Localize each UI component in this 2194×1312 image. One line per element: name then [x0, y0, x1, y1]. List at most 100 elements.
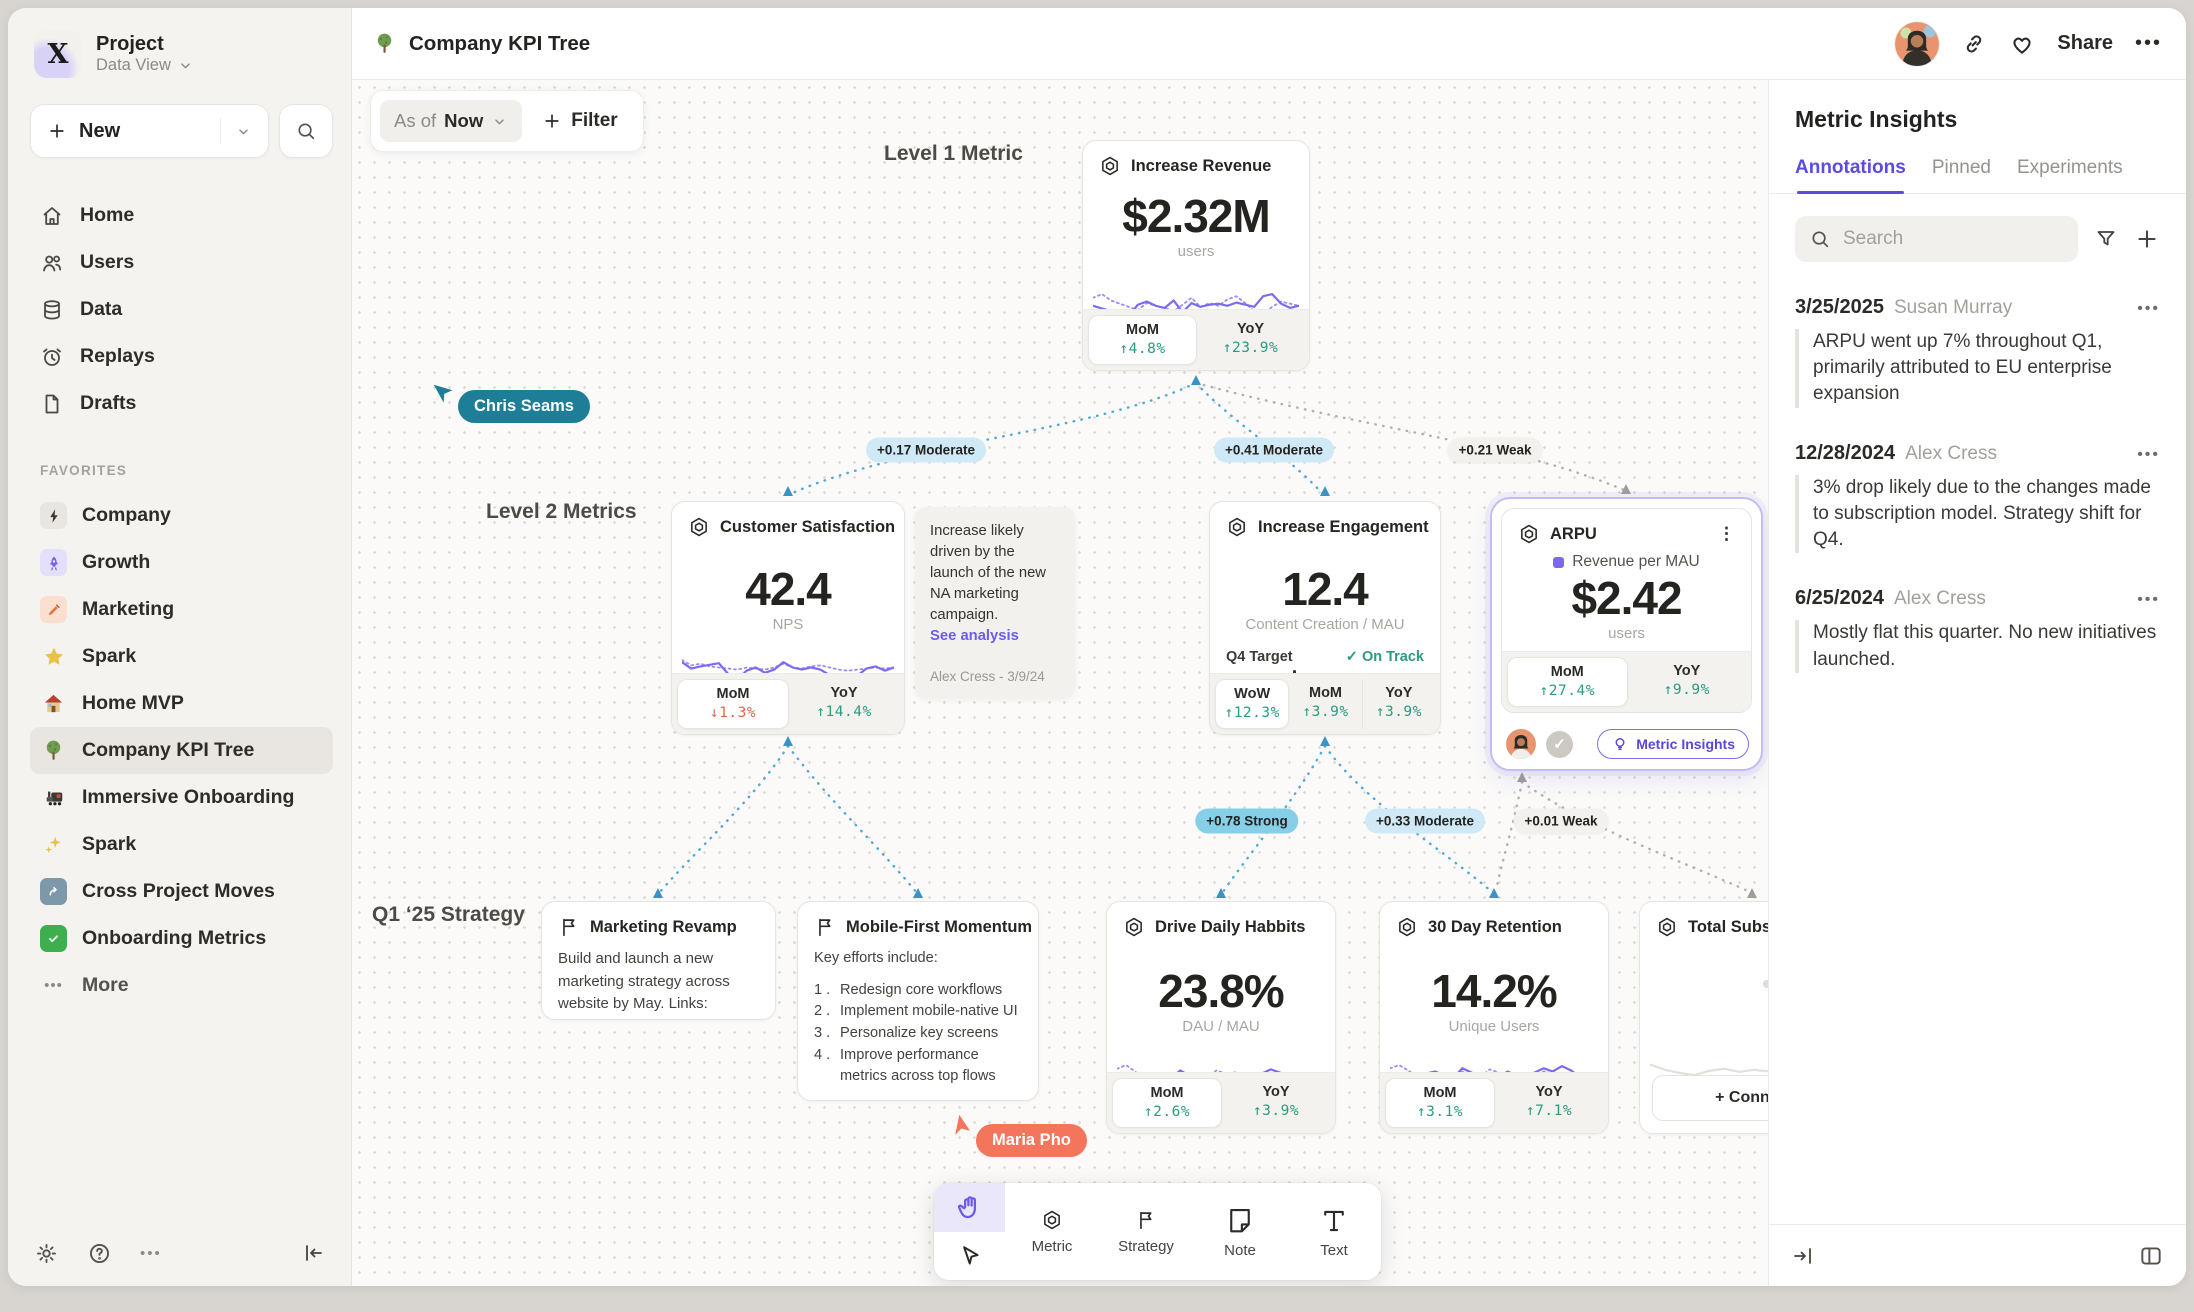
- stat-yoy[interactable]: YoY ↑14.4%: [789, 679, 899, 729]
- sidebar-item-data[interactable]: Data: [30, 286, 333, 333]
- cursor-arrow-icon: [948, 1114, 974, 1140]
- metric-card-increase-engagement[interactable]: Increase Engagement 12.4 Content Creatio…: [1209, 501, 1441, 735]
- favorite-heart-icon[interactable]: [2009, 31, 2035, 57]
- tool-metric[interactable]: Metric: [1005, 1183, 1099, 1280]
- kpi-canvas[interactable]: As of Now Filter Level 1 Metric Level 2 …: [352, 80, 1770, 1286]
- stat-yoy[interactable]: YoY ↑9.9%: [1628, 657, 1747, 707]
- sidebar-item-growth[interactable]: Growth: [30, 539, 333, 586]
- hand-icon: [955, 1192, 985, 1222]
- tool-text[interactable]: Text: [1287, 1183, 1381, 1280]
- tool-note[interactable]: Note: [1193, 1183, 1287, 1280]
- sidebar-item-users[interactable]: Users: [30, 239, 333, 286]
- annotation-item[interactable]: 12/28/2024 Alex Cress ••• 3% drop likely…: [1769, 442, 2186, 554]
- stat-mom[interactable]: MoM ↑3.9%: [1289, 679, 1361, 729]
- sidebar-item-home-mvp[interactable]: Home MVP: [30, 680, 333, 727]
- connect-button[interactable]: + Connect: [1652, 1075, 1770, 1121]
- canvas-annotation-note[interactable]: Increase likely driven by the launch of …: [915, 507, 1075, 698]
- stat-yoy[interactable]: YoY ↑7.1%: [1495, 1078, 1603, 1128]
- stat-mom[interactable]: MoM ↑27.4%: [1507, 657, 1628, 707]
- metric-icon: [1099, 155, 1121, 177]
- strategy-card-mobile-first[interactable]: Mobile-First Momentum Key efforts includ…: [797, 901, 1039, 1101]
- as-of-selector[interactable]: As of Now: [380, 100, 522, 142]
- annotation-item[interactable]: 3/25/2025 Susan Murray ••• ARPU went up …: [1769, 296, 2186, 408]
- collapse-panel-icon[interactable]: [1791, 1244, 1815, 1268]
- kebab-menu-icon[interactable]: ⋮: [1718, 524, 1735, 544]
- strategy-card-marketing-revamp[interactable]: Marketing Revamp Build and launch a new …: [541, 901, 776, 1020]
- stat-wow[interactable]: WoW ↑12.3%: [1215, 679, 1289, 729]
- collaborator-avatar: [1506, 729, 1536, 759]
- annotation-text: 3% drop likely due to the changes made t…: [1795, 475, 2160, 554]
- annotation-menu-icon[interactable]: •••: [2137, 300, 2160, 318]
- filter-funnel-icon[interactable]: [2094, 227, 2118, 251]
- more-options-icon[interactable]: •••: [2135, 32, 2162, 55]
- sidebar-item-immersive-onboarding[interactable]: Immersive Onboarding: [30, 774, 333, 821]
- sparkles-icon: [40, 831, 67, 858]
- flag-icon: [558, 916, 580, 938]
- new-button[interactable]: New: [30, 104, 269, 158]
- annotation-item[interactable]: 6/25/2024 Alex Cress ••• Mostly flat thi…: [1769, 587, 2186, 672]
- split-panel-icon[interactable]: [2138, 1243, 2164, 1269]
- metric-card-increase-revenue[interactable]: Increase Revenue $2.32M users MoM ↑4.8%Y…: [1082, 140, 1310, 371]
- rocket-icon: [40, 549, 67, 576]
- annotation-text: ARPU went up 7% throughout Q1, primarily…: [1795, 329, 2160, 408]
- sidebar-item-more[interactable]: ••• More: [30, 962, 333, 1009]
- stat-yoy[interactable]: YoY ↑23.9%: [1197, 315, 1304, 365]
- annotation-menu-icon[interactable]: •••: [2137, 446, 2160, 464]
- tab-experiments[interactable]: Experiments: [2017, 157, 2123, 193]
- pencil-icon: [40, 596, 67, 623]
- add-annotation-icon[interactable]: [2134, 226, 2160, 252]
- tab-annotations[interactable]: Annotations: [1795, 157, 1906, 193]
- filter-button[interactable]: Filter: [526, 110, 633, 132]
- metric-card-customer-satisfaction[interactable]: Customer Satisfaction 42.4 NPS MoM ↓1.3%…: [671, 501, 905, 735]
- help-icon[interactable]: [87, 1241, 112, 1266]
- stat-mom[interactable]: MoM ↑2.6%: [1112, 1078, 1222, 1128]
- metric-card-drive-daily-habbits[interactable]: Drive Daily Habbits 23.8% DAU / MAU MoM …: [1106, 901, 1336, 1134]
- strategy-links[interactable]: PRD|Forecast: [542, 1016, 775, 1021]
- stat-yoy[interactable]: YoY ↑3.9%: [1222, 1078, 1330, 1128]
- hand-tool-button[interactable]: [934, 1183, 1005, 1232]
- copy-link-icon[interactable]: [1961, 31, 1987, 57]
- board-title: Company KPI Tree: [372, 31, 590, 56]
- collapse-sidebar-icon[interactable]: [301, 1241, 325, 1265]
- overflow-menu-icon[interactable]: •••: [140, 1245, 162, 1262]
- sidebar-item-company[interactable]: Company: [30, 492, 333, 539]
- see-analysis-link[interactable]: See analysis: [930, 626, 1060, 647]
- annotation-search[interactable]: [1795, 216, 2078, 262]
- annotation-menu-icon[interactable]: •••: [2137, 591, 2160, 609]
- select-tool-button[interactable]: [934, 1232, 1005, 1281]
- share-button[interactable]: Share: [2057, 32, 2113, 55]
- canvas-controls: As of Now Filter: [370, 90, 644, 152]
- tool-strategy[interactable]: Strategy: [1099, 1183, 1193, 1280]
- metric-card-arpu-selected[interactable]: ARPU ⋮ Revenue per MAU $2.42 users MoM ↑…: [1490, 497, 1763, 771]
- user-avatar[interactable]: [1895, 22, 1939, 66]
- metric-card-total-subscriptions[interactable]: Total Subscriptions + Connect: [1639, 901, 1770, 1134]
- search-input[interactable]: [1841, 227, 2064, 251]
- stat-yoy[interactable]: YoY ↑3.9%: [1362, 679, 1435, 729]
- stat-mom[interactable]: MoM ↓1.3%: [677, 679, 789, 729]
- chevron-down-icon[interactable]: [235, 123, 252, 140]
- sidebar-item-marketing[interactable]: Marketing: [30, 586, 333, 633]
- strategy-links[interactable]: Roadmap|Forecast: [798, 1088, 1038, 1101]
- gear-icon[interactable]: [34, 1241, 59, 1266]
- sidebar-item-company-kpi-tree[interactable]: Company KPI Tree: [30, 727, 333, 774]
- sidebar-item-cross-project-moves[interactable]: Cross Project Moves: [30, 868, 333, 915]
- project-switcher[interactable]: X Project Data View: [30, 30, 333, 78]
- flag-icon: [1135, 1209, 1157, 1231]
- search-button[interactable]: [279, 104, 333, 158]
- sidebar-item-home[interactable]: Home: [30, 192, 333, 239]
- stat-mom[interactable]: MoM ↑3.1%: [1385, 1078, 1495, 1128]
- annotation-date: 3/25/2025: [1795, 296, 1884, 319]
- sidebar-item-spark[interactable]: Spark: [30, 633, 333, 680]
- sidebar-item-onboarding-metrics[interactable]: Onboarding Metrics: [30, 915, 333, 962]
- tab-pinned[interactable]: Pinned: [1932, 157, 1991, 193]
- sidebar-item-spark[interactable]: Spark: [30, 821, 333, 868]
- annotation-list: 3/25/2025 Susan Murray ••• ARPU went up …: [1769, 296, 2186, 673]
- stat-row: MoM ↑4.8%YoY ↑23.9%: [1083, 309, 1309, 370]
- metric-card-30-day-retention[interactable]: 30 Day Retention 14.2% Unique Users MoM …: [1379, 901, 1609, 1134]
- sidebar-item-drafts[interactable]: Drafts: [30, 380, 333, 427]
- metric-insights-button[interactable]: Metric Insights: [1597, 729, 1749, 759]
- data-view-selector[interactable]: Data View: [96, 56, 194, 75]
- stat-mom[interactable]: MoM ↑4.8%: [1088, 315, 1197, 365]
- sidebar-item-replays[interactable]: Replays: [30, 333, 333, 380]
- canvas-toolbar: Metric Strategy Note Text: [934, 1183, 1381, 1280]
